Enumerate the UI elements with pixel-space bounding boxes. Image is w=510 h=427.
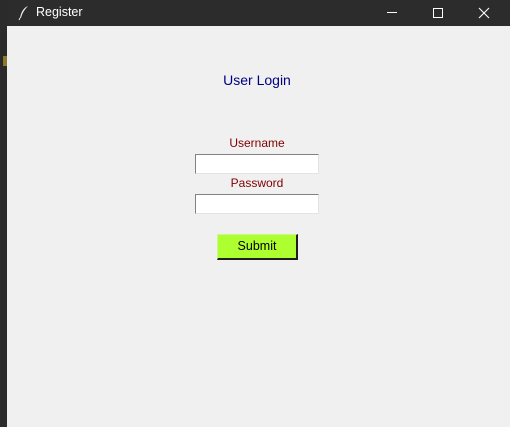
submit-button[interactable]: Submit xyxy=(217,234,298,260)
close-icon xyxy=(478,7,490,19)
feather-icon xyxy=(17,5,31,21)
title-bar[interactable]: Register xyxy=(7,0,510,26)
login-form: User Login Username Password Submit xyxy=(7,26,510,427)
username-label: Username xyxy=(229,136,285,150)
minimize-button[interactable] xyxy=(369,0,415,26)
username-input[interactable] xyxy=(195,154,319,174)
maximize-button[interactable] xyxy=(415,0,461,26)
close-button[interactable] xyxy=(461,0,507,26)
window-title: Register xyxy=(36,5,83,19)
password-input[interactable] xyxy=(195,194,319,214)
minimize-icon xyxy=(387,12,397,13)
register-window: Register User Login Username Password Su… xyxy=(7,0,510,427)
page-title: User Login xyxy=(223,72,291,88)
maximize-icon xyxy=(433,8,443,18)
password-label: Password xyxy=(230,176,284,190)
